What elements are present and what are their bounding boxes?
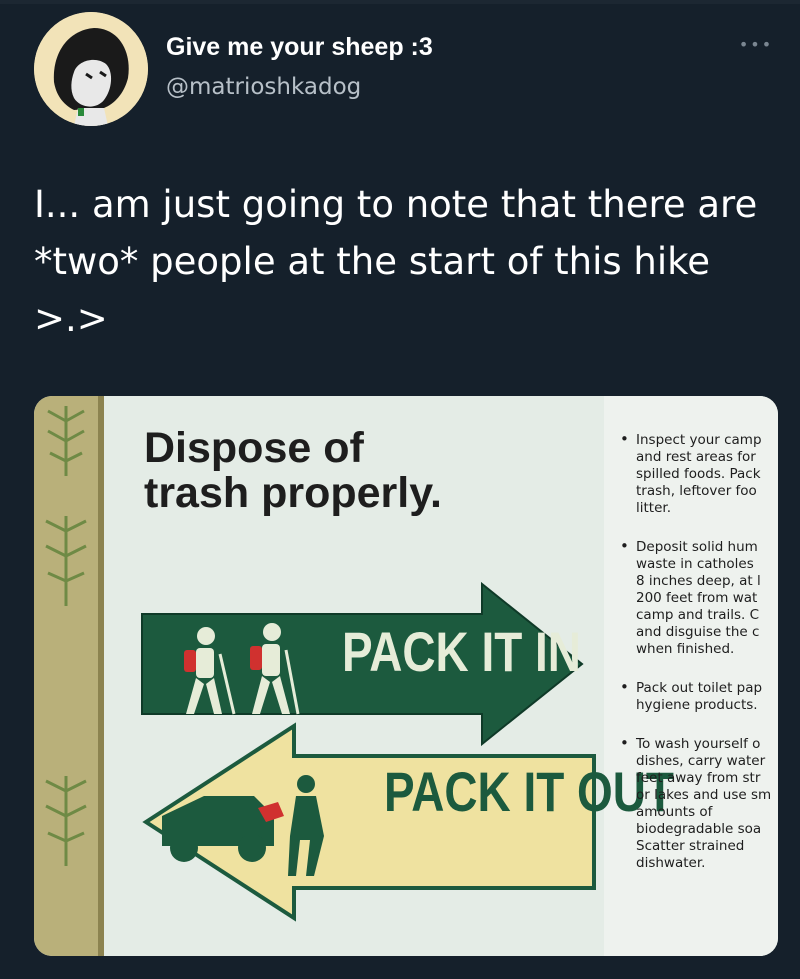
- sign-title: Dispose of trash properly.: [144, 426, 442, 516]
- tweet-media-image[interactable]: Dispose of trash properly. PACK IT IN PA…: [34, 396, 778, 956]
- ellipsis-icon[interactable]: •••: [736, 37, 776, 53]
- sign-tip: Inspect your camp and rest areas for spi…: [616, 431, 778, 517]
- tweet-text: I... am just going to note that there ar…: [34, 183, 758, 340]
- user-handle[interactable]: @matrioshkadog: [166, 74, 361, 100]
- sign-title-line-2: trash properly.: [144, 469, 442, 517]
- sign-title-line-1: Dispose of: [144, 424, 364, 472]
- sign-tip: Pack out toilet pap hygiene products.: [616, 679, 778, 714]
- pack-it-in-label: PACK IT IN: [342, 620, 581, 683]
- avatar-image: [34, 12, 148, 126]
- sign-tips-list: Inspect your camp and rest areas for spi…: [616, 431, 778, 894]
- sign-tip: To wash yourself o dishes, carry water f…: [616, 735, 778, 872]
- sign-tip: Deposit solid hum waste in catholes 8 in…: [616, 538, 778, 658]
- avatar[interactable]: [34, 12, 148, 126]
- display-name[interactable]: Give me your sheep :3: [166, 33, 433, 62]
- top-bar: [0, 0, 800, 4]
